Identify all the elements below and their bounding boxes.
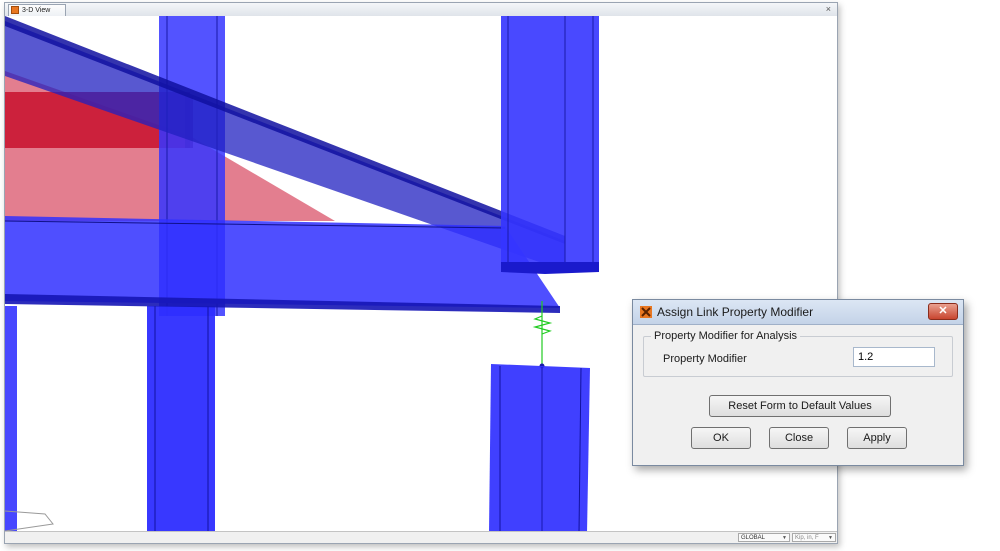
view-close-icon[interactable]: × — [826, 3, 831, 15]
dialog-titlebar[interactable]: Assign Link Property Modifier ✕ — [633, 300, 963, 325]
dialog-title: Assign Link Property Modifier — [657, 305, 814, 319]
horizontal-girder — [5, 216, 560, 308]
property-modifier-label: Property Modifier — [663, 353, 747, 365]
assign-link-property-modifier-dialog: Assign Link Property Modifier ✕ Property… — [632, 299, 964, 466]
view-tab-strip: 3-D View × — [5, 3, 837, 17]
group-title: Property Modifier for Analysis — [651, 330, 801, 342]
column-left-edge — [5, 306, 17, 533]
app-logo-icon — [11, 6, 19, 14]
ok-button[interactable]: OK — [691, 427, 751, 449]
column-right-upper-base — [501, 262, 599, 274]
chevron-down-icon: ▼ — [828, 535, 833, 541]
column-middle-lower — [147, 306, 215, 533]
apply-button[interactable]: Apply — [847, 427, 907, 449]
tab-3d-view[interactable]: 3-D View — [8, 4, 66, 16]
coord-system-dropdown[interactable]: GLOBAL ▼ — [738, 533, 790, 542]
coord-system-value: GLOBAL — [741, 535, 766, 541]
close-button[interactable]: Close — [769, 427, 829, 449]
chevron-down-icon: ▼ — [782, 535, 787, 541]
reset-form-button[interactable]: Reset Form to Default Values — [709, 395, 891, 417]
status-bar: GLOBAL ▼ Kip, in, F ▼ — [5, 531, 837, 543]
property-modifier-input[interactable] — [853, 347, 935, 367]
close-icon[interactable]: ✕ — [928, 303, 958, 320]
tab-3d-view-label: 3-D View — [22, 7, 51, 14]
units-dropdown[interactable]: Kip, in, F ▼ — [792, 533, 836, 542]
column-right-upper — [501, 16, 599, 272]
app-logo-icon — [640, 306, 652, 318]
units-value: Kip, in, F — [795, 535, 819, 541]
column-right-lower — [489, 364, 590, 533]
